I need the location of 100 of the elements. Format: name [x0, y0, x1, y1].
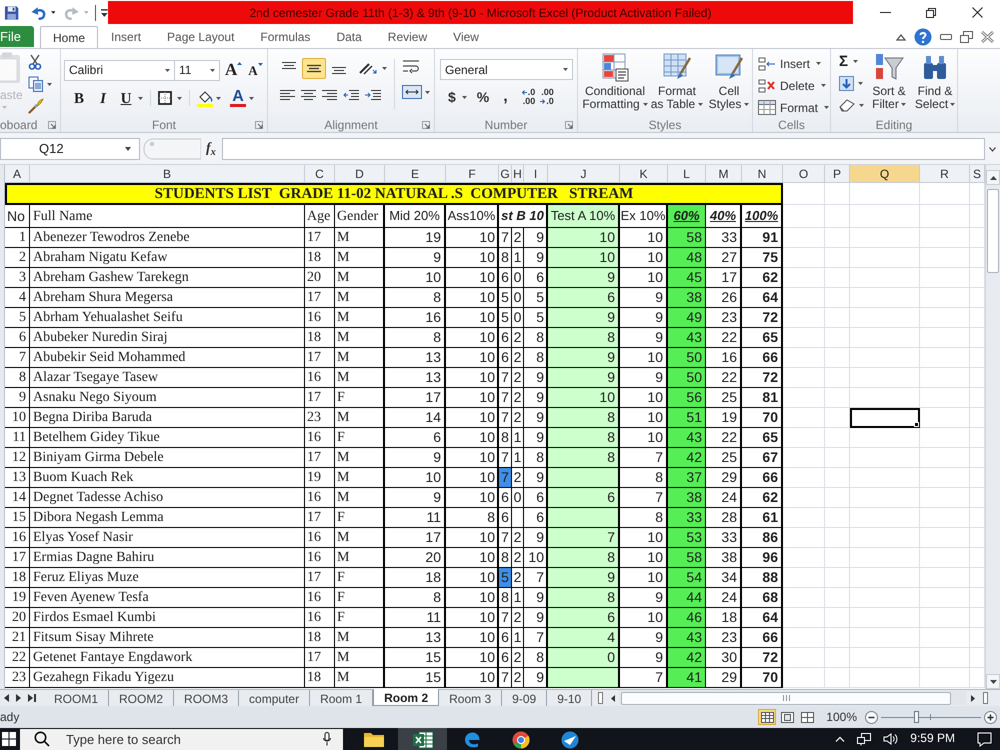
resize-handle[interactable] [143, 138, 201, 160]
column-header[interactable]: E [385, 165, 446, 183]
column-header[interactable]: O [783, 165, 825, 183]
speaker-icon[interactable] [883, 733, 898, 745]
caret-icon[interactable] [216, 96, 221, 100]
column-header[interactable]: L [668, 165, 706, 183]
insert-function-button[interactable]: f$_{x}$ [206, 138, 216, 160]
selected-cell[interactable] [850, 408, 920, 428]
font-color-button[interactable]: A [230, 89, 246, 107]
search-field[interactable]: Type here to search [20, 728, 343, 750]
align-left-icon[interactable] [280, 90, 295, 102]
left-arrow-icon[interactable] [4, 694, 9, 702]
customize-toolbar-icon[interactable] [101, 8, 108, 16]
comma-button[interactable]: , [503, 89, 508, 105]
sheet-tab[interactable]: Room 2 [373, 689, 440, 706]
column-header[interactable]: S [970, 165, 985, 183]
undo-icon[interactable] [31, 6, 47, 20]
font-size-field[interactable]: 11 [175, 60, 220, 80]
column-header[interactable]: G [499, 165, 512, 183]
slider-thumb[interactable] [914, 711, 919, 723]
dialog-launcher-icon[interactable] [48, 120, 56, 129]
autosum-button[interactable]: Σ [839, 53, 848, 70]
eraser-icon[interactable] [839, 99, 855, 112]
column-header[interactable]: J [548, 165, 620, 183]
brush-icon[interactable] [28, 98, 44, 114]
ribbon-tab[interactable]: Review [374, 26, 440, 48]
down-arrow-icon[interactable] [839, 76, 854, 91]
scrollbar-thumb[interactable] [987, 189, 999, 273]
ribbon-tab[interactable]: Insert [98, 26, 154, 48]
underline-button[interactable]: U [117, 88, 135, 108]
ribbon-tab[interactable]: Page Layout [154, 26, 248, 48]
dialog-launcher-icon[interactable] [565, 120, 573, 129]
spreadsheet-app-button[interactable] [398, 728, 447, 750]
zoom-slider[interactable] [881, 711, 981, 723]
column-header[interactable]: H [512, 165, 524, 183]
align-center-icon[interactable] [301, 90, 316, 102]
notification-icon[interactable] [977, 732, 992, 746]
zoom-level[interactable]: 100% [826, 708, 857, 726]
restore-window-icon[interactable] [960, 30, 973, 42]
increase-decimal-button[interactable]: .0 .00 [522, 88, 536, 106]
zoom-in-icon[interactable] [984, 710, 997, 724]
number-format-field[interactable]: General [440, 59, 573, 80]
column-header[interactable]: K [620, 165, 668, 183]
clock-time[interactable]: 9:59 PM [910, 726, 955, 748]
page-layout-view-button[interactable] [778, 709, 796, 725]
borders-icon[interactable] [158, 91, 172, 105]
chevron-up-icon[interactable] [896, 32, 906, 40]
column-header[interactable]: R [920, 165, 970, 183]
right-arrow-icon[interactable] [16, 694, 21, 702]
format-cells-button[interactable]: Format [758, 98, 830, 117]
column-header[interactable]: Q [850, 165, 920, 183]
column-header[interactable]: P [825, 165, 850, 183]
column-header[interactable]: A [5, 165, 30, 183]
formula-field[interactable] [222, 138, 985, 160]
caret-icon[interactable] [382, 66, 387, 70]
increase-indent-icon[interactable] [365, 90, 381, 102]
column-header[interactable]: D [335, 165, 385, 183]
percent-button[interactable]: % [476, 86, 490, 108]
slanted-lines-icon[interactable] [358, 61, 378, 75]
font-name-field[interactable]: Calibri [64, 60, 175, 80]
last-sheet-arrow-icon[interactable] [28, 694, 36, 702]
expand-icon[interactable] [989, 147, 996, 152]
dialog-launcher-icon[interactable] [422, 120, 430, 129]
network-icon[interactable] [857, 732, 872, 746]
caret-icon[interactable] [47, 82, 52, 86]
page-break-view-button[interactable] [798, 709, 816, 725]
cell-styles-button[interactable]: Cell Styles [706, 52, 752, 118]
format-as-table-button[interactable]: Format as Table [650, 52, 704, 118]
scissors-icon[interactable] [28, 54, 42, 70]
italic-button[interactable]: I [93, 88, 113, 108]
middle-align-button[interactable] [302, 58, 326, 78]
column-header[interactable]: F [446, 165, 499, 183]
windows-logo-icon[interactable] [2, 732, 16, 746]
column-header[interactable]: C [305, 165, 335, 183]
caret-icon[interactable] [462, 96, 467, 98]
column-header[interactable]: N [742, 165, 783, 183]
caret-icon[interactable] [249, 96, 254, 100]
caret-icon[interactable] [50, 11, 56, 14]
zoom-out-icon[interactable] [865, 710, 878, 724]
minimize-window-icon[interactable] [940, 34, 952, 40]
align-right-icon[interactable] [322, 90, 337, 102]
ribbon-tab[interactable]: Home [40, 26, 98, 48]
column-header[interactable]: B [30, 165, 305, 183]
caret-icon[interactable] [853, 60, 858, 63]
wrap-text-icon[interactable] [402, 59, 422, 75]
scroll-up-button[interactable] [986, 170, 1000, 185]
decrease-indent-icon[interactable] [343, 90, 359, 102]
insert-cells-button[interactable]: Insert [758, 54, 830, 73]
caret-icon[interactable] [177, 96, 182, 100]
scroll-down-button[interactable] [986, 674, 1000, 689]
sort-filter-button[interactable]: Sort & Filter [867, 52, 911, 118]
tab-split-handle[interactable] [598, 692, 604, 704]
file-tab[interactable]: File [0, 26, 34, 47]
ribbon-tab[interactable]: View [440, 26, 492, 48]
currency-button[interactable]: $ [448, 86, 456, 108]
merge-cells-icon[interactable] [402, 85, 422, 99]
delete-cells-button[interactable]: Delete [758, 76, 830, 95]
bold-button[interactable]: B [69, 88, 89, 108]
column-header[interactable]: I [524, 165, 548, 183]
help-icon[interactable] [914, 28, 932, 46]
